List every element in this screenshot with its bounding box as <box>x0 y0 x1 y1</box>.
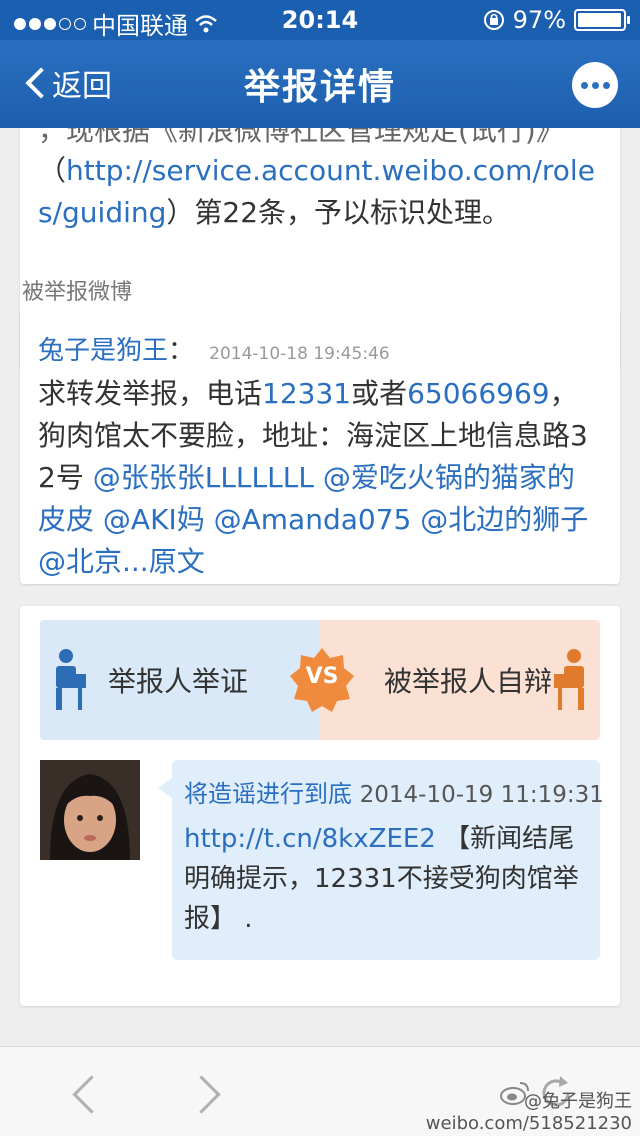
avatar[interactable] <box>40 760 140 860</box>
weibo-header: 兔子是狗王： 2014-10-18 19:45:46 <box>38 330 602 367</box>
notice-paren-open: （ <box>38 154 67 187</box>
toolbar-back-icon[interactable] <box>68 1071 104 1115</box>
weibo-text-segment <box>314 461 323 494</box>
back-label: 返回 <box>52 69 112 104</box>
watermark-user: @兔子是狗王 <box>524 1091 632 1112</box>
status-right: 97% <box>483 6 630 34</box>
carrier-info: 中国联通 <box>14 6 218 41</box>
weibo-text-segment: 求转发举报，电话 <box>38 377 263 410</box>
reply-short-link[interactable]: http://t.cn/8kxZEE2 <box>184 824 436 854</box>
weibo-text-link[interactable]: @AKI妈 <box>103 503 205 536</box>
more-icon[interactable] <box>572 62 618 108</box>
weibo-text-link[interactable]: @张张张LLLLLLL <box>93 461 314 494</box>
weibo-text-segment <box>411 503 420 536</box>
dispute-card: 举报人举证 被举报人自辩 VS 将造谣进行到底 2014-10-19 11:19… <box>20 606 620 1006</box>
reporter-person-icon <box>56 649 86 710</box>
weibo-text-link[interactable]: 12331 <box>262 377 351 410</box>
notice-rule-text: ）第22条，予以标识处理。 <box>166 196 511 229</box>
weibo-text-link[interactable]: @北京...原文 <box>38 545 205 578</box>
weibo-text: 求转发举报，电话12331或者65066969，狗肉馆太不要脸，地址：海淀区上地… <box>38 373 602 583</box>
lock-rotation-icon <box>483 10 504 30</box>
weibo-text-segment <box>94 503 103 536</box>
avatar-photo <box>40 760 140 860</box>
reply-timestamp: 2014-10-19 11:19:31 <box>359 782 604 808</box>
reply-header: 将造谣进行到底 2014-10-19 11:19:31 <box>184 774 604 809</box>
bottom-toolbar: @兔子是狗王 weibo.com/518521230 <box>0 1046 640 1136</box>
section-label-reported-weibo: 被举报微博 <box>22 280 133 305</box>
reported-person-icon <box>554 649 584 710</box>
wifi-icon <box>195 14 217 32</box>
reported-defense-tab[interactable]: 被举报人自辩 <box>320 620 600 740</box>
reported-defense-label: 被举报人自辩 <box>384 665 553 698</box>
notice-body: （http://service.account.weibo.com/roles/… <box>38 150 602 234</box>
reported-weibo-card[interactable]: 兔子是狗王： 2014-10-18 19:45:46 求转发举报，电话12331… <box>20 312 620 584</box>
weibo-text-segment: 或者 <box>351 377 408 410</box>
watermark-url: weibo.com/518521230 <box>425 1113 632 1134</box>
vs-banner: 举报人举证 被举报人自辩 VS <box>40 620 600 740</box>
weibo-text-link[interactable]: 65066969 <box>407 377 550 410</box>
weibo-author-colon: ： <box>168 336 195 366</box>
reply-author-link[interactable]: 将造谣进行到底 <box>184 780 352 808</box>
weibo-text-link[interactable]: @北边的狮子 <box>420 503 588 536</box>
reply-bubble: 将造谣进行到底 2014-10-19 11:19:31 http://t.cn/… <box>158 760 604 960</box>
signal-strength-icon <box>14 17 86 30</box>
weibo-text-segment <box>205 503 214 536</box>
weibo-author-link[interactable]: 兔子是狗王 <box>38 336 168 366</box>
reporter-evidence-tab[interactable]: 举报人举证 <box>40 620 320 740</box>
vs-label: VS <box>305 664 339 689</box>
nav-bar: 返回 举报详情 <box>0 40 640 128</box>
reply-text: http://t.cn/8kxZEE2 【新闻结尾明确提示，12331不接受狗肉… <box>184 819 588 939</box>
weibo-text-link[interactable]: @Amanda075 <box>214 503 412 536</box>
content-area[interactable]: ，现根据《新浪微博社区管理规定(试行)》 （http://service.acc… <box>0 128 640 1046</box>
toolbar-forward-icon[interactable] <box>186 1071 222 1115</box>
battery-icon <box>574 9 630 31</box>
weibo-timestamp: 2014-10-18 19:45:46 <box>209 344 390 364</box>
carrier-name: 中国联通 <box>92 12 188 40</box>
notice-line: ，现根据《新浪微博社区管理规定(试行)》 <box>38 128 564 147</box>
reporter-evidence-label: 举报人举证 <box>108 665 249 698</box>
battery-percent: 97% <box>512 6 566 34</box>
status-bar: 中国联通 20:14 97% <box>0 0 640 40</box>
back-button[interactable]: 返回 <box>22 60 112 106</box>
